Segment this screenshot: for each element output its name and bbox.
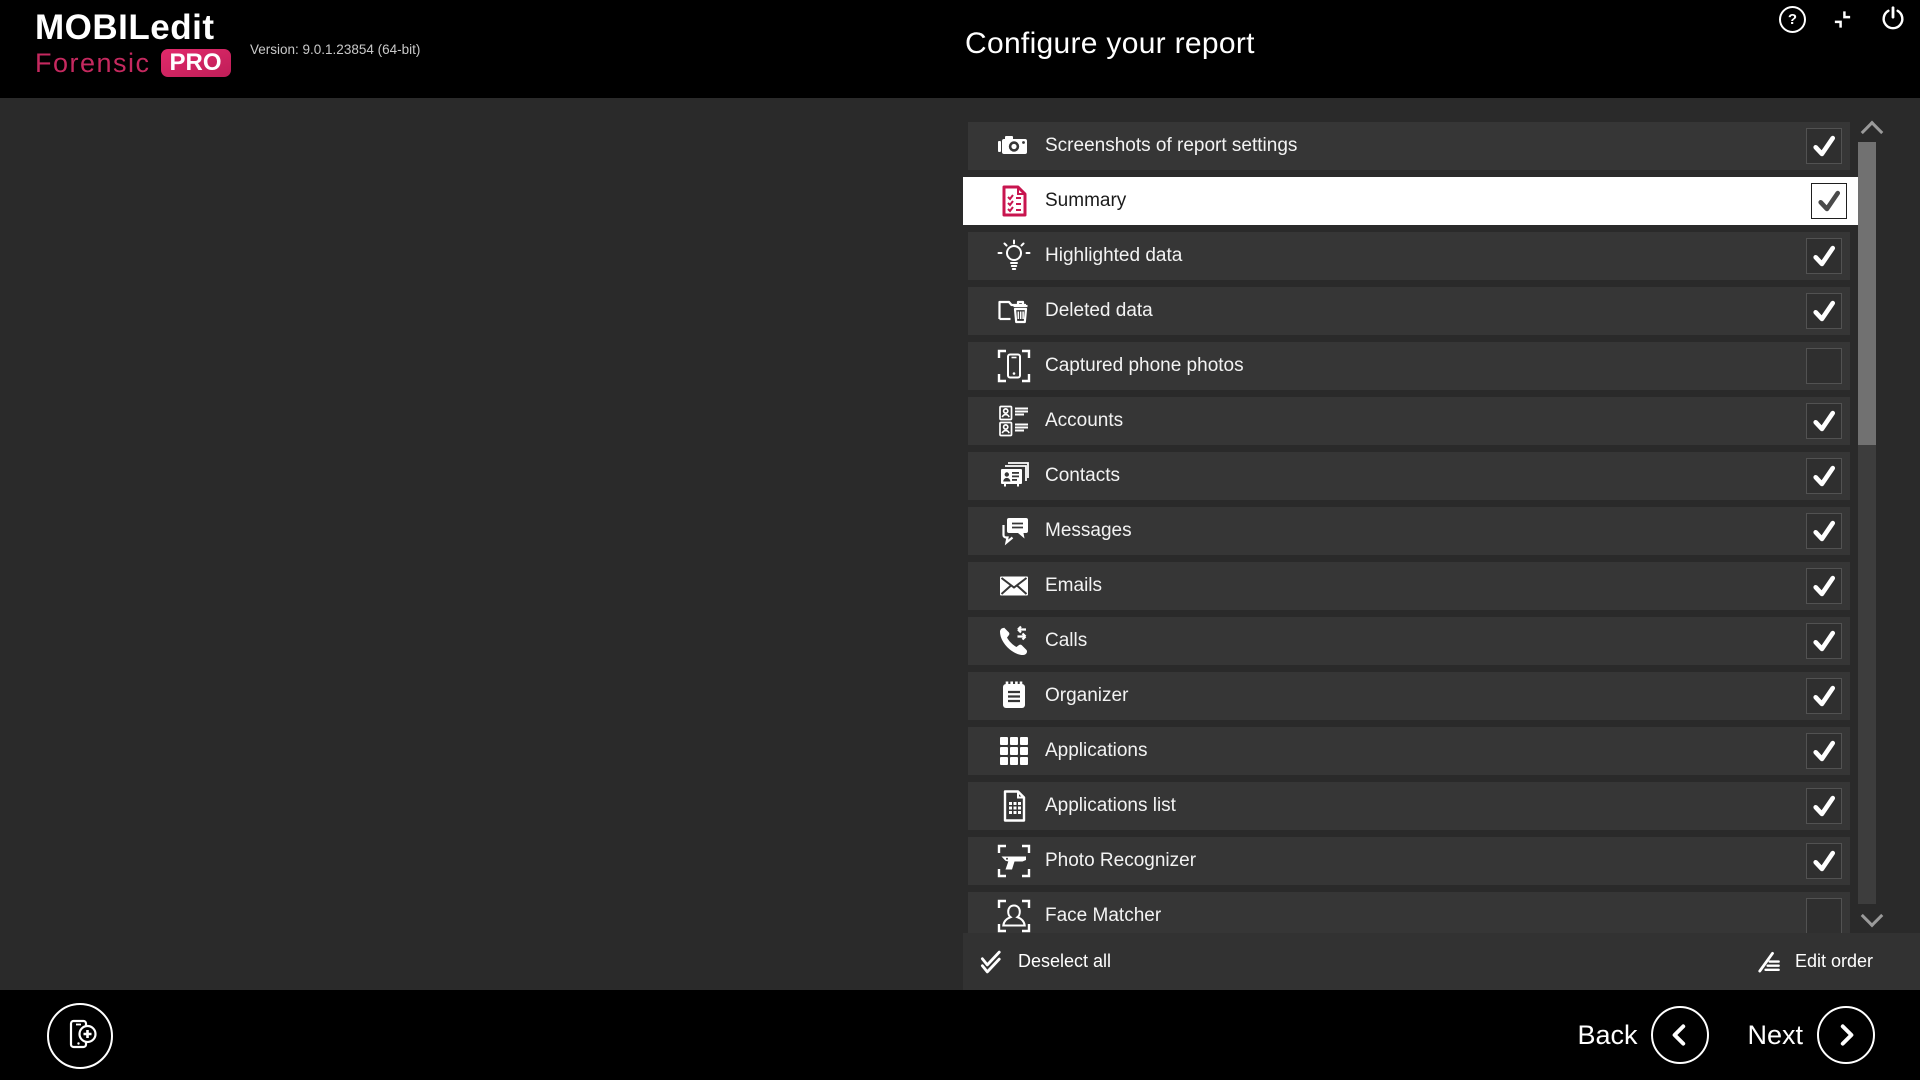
list-actions-bar: Deselect all Edit order — [963, 933, 1920, 990]
report-section-row[interactable]: Emails — [968, 562, 1850, 610]
report-section-row[interactable]: Captured phone photos — [968, 342, 1850, 390]
report-section-row[interactable]: Highlighted data — [968, 232, 1850, 280]
report-section-row[interactable]: Organizer — [968, 672, 1850, 720]
bottom-navigation-bar: Back Next — [0, 990, 1920, 1080]
power-icon — [1879, 5, 1907, 33]
deselect-all-label: Deselect all — [1018, 951, 1111, 972]
report-section-checkbox[interactable] — [1806, 348, 1842, 384]
report-section-label: Calls — [1045, 630, 1087, 652]
lightbulb-icon — [996, 238, 1032, 274]
report-section-row[interactable]: Applications — [968, 727, 1850, 775]
organizer-icon — [996, 678, 1032, 714]
report-section-checkbox[interactable] — [1806, 238, 1842, 274]
help-button[interactable]: ? — [1779, 6, 1806, 33]
scrollbar-thumb[interactable] — [1858, 142, 1876, 445]
back-label: Back — [1577, 1020, 1637, 1051]
report-section-row[interactable]: Summary — [963, 177, 1860, 225]
summary-report-icon — [996, 183, 1032, 219]
face-matcher-icon — [996, 898, 1032, 933]
report-section-row[interactable]: Face Matcher — [968, 892, 1850, 933]
report-section-row[interactable]: Screenshots of report settings — [968, 122, 1850, 170]
help-icon: ? — [1779, 6, 1806, 33]
app-logo: MOBILedit Forensic PRO — [35, 10, 231, 77]
add-phone-button[interactable] — [47, 1003, 113, 1069]
report-section-label: Organizer — [1045, 685, 1128, 707]
wizard-navigation: Back Next — [1577, 1006, 1875, 1064]
report-section-label: Screenshots of report settings — [1045, 135, 1297, 157]
accounts-icon — [996, 403, 1032, 439]
report-section-label: Emails — [1045, 575, 1102, 597]
report-section-checkbox[interactable] — [1806, 568, 1842, 604]
logo-pro-badge: PRO — [161, 49, 231, 77]
chevron-left-icon — [1651, 1006, 1709, 1064]
report-section-label: Accounts — [1045, 410, 1123, 432]
report-sections-list: Screenshots of report settings Summary H… — [963, 122, 1860, 933]
report-section-label: Applications — [1045, 740, 1147, 762]
report-section-row[interactable]: Messages — [968, 507, 1850, 555]
applications-icon — [996, 733, 1032, 769]
report-section-checkbox[interactable] — [1806, 623, 1842, 659]
report-section-label: Summary — [1045, 190, 1126, 212]
report-section-label: Deleted data — [1045, 300, 1153, 322]
report-section-checkbox[interactable] — [1806, 788, 1842, 824]
report-section-checkbox[interactable] — [1806, 678, 1842, 714]
report-section-checkbox[interactable] — [1806, 128, 1842, 164]
report-section-label: Contacts — [1045, 465, 1120, 487]
add-phone-icon — [58, 1014, 102, 1058]
edit-pencil-icon — [1754, 948, 1782, 976]
window-controls: ? — [1779, 4, 1907, 34]
collapse-window-button[interactable] — [1832, 9, 1853, 30]
captured-phone-icon — [996, 348, 1032, 384]
report-section-row[interactable]: Contacts — [968, 452, 1850, 500]
camera-icon — [996, 128, 1032, 164]
messages-icon — [996, 513, 1032, 549]
report-section-label: Captured phone photos — [1045, 355, 1244, 377]
edit-order-button[interactable]: Edit order — [1754, 948, 1873, 976]
collapse-icon — [1832, 9, 1853, 30]
report-section-label: Face Matcher — [1045, 905, 1161, 927]
photo-recognizer-icon — [996, 843, 1032, 879]
deleted-data-icon — [996, 293, 1032, 329]
back-button[interactable]: Back — [1577, 1006, 1709, 1064]
report-section-row[interactable]: Applications list — [968, 782, 1850, 830]
report-section-checkbox[interactable] — [1806, 898, 1842, 933]
report-section-row[interactable]: Deleted data — [968, 287, 1850, 335]
report-section-checkbox[interactable] — [1806, 458, 1842, 494]
next-label: Next — [1747, 1020, 1803, 1051]
report-section-label: Applications list — [1045, 795, 1176, 817]
calls-icon — [996, 623, 1032, 659]
report-section-checkbox[interactable] — [1811, 183, 1847, 219]
report-section-label: Highlighted data — [1045, 245, 1182, 267]
app-window: MOBILedit Forensic PRO Version: 9.0.1.23… — [0, 0, 1920, 1080]
scrollbar-track[interactable] — [1858, 142, 1876, 904]
double-check-icon — [977, 948, 1005, 976]
applications-list-icon — [996, 788, 1032, 824]
power-button[interactable] — [1879, 5, 1907, 33]
report-section-row[interactable]: Accounts — [968, 397, 1850, 445]
emails-icon — [996, 568, 1032, 604]
report-section-label: Messages — [1045, 520, 1132, 542]
edit-order-label: Edit order — [1795, 951, 1873, 972]
contacts-icon — [996, 458, 1032, 494]
chevron-right-icon — [1817, 1006, 1875, 1064]
report-section-checkbox[interactable] — [1806, 733, 1842, 769]
next-button[interactable]: Next — [1747, 1006, 1875, 1064]
version-label: Version: 9.0.1.23854 (64-bit) — [250, 42, 420, 57]
logo-forensic: Forensic — [35, 50, 151, 77]
report-section-checkbox[interactable] — [1806, 403, 1842, 439]
deselect-all-button[interactable]: Deselect all — [977, 948, 1111, 976]
report-section-checkbox[interactable] — [1806, 843, 1842, 879]
report-section-checkbox[interactable] — [1806, 513, 1842, 549]
report-section-row[interactable]: Calls — [968, 617, 1850, 665]
report-section-label: Photo Recognizer — [1045, 850, 1196, 872]
page-title: Configure your report — [965, 27, 1255, 61]
report-section-row[interactable]: Photo Recognizer — [968, 837, 1850, 885]
app-header: MOBILedit Forensic PRO Version: 9.0.1.23… — [0, 0, 1920, 98]
logo-wordmark: MOBILedit — [35, 10, 231, 45]
report-section-checkbox[interactable] — [1806, 293, 1842, 329]
